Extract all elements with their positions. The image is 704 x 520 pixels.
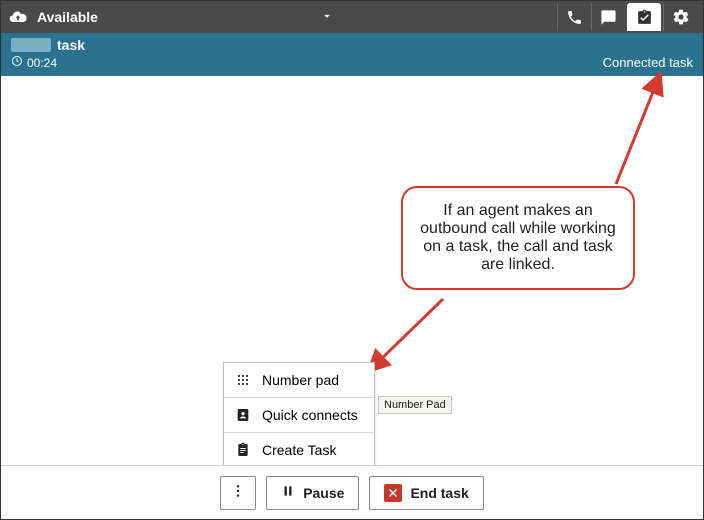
popup-item-label: Number pad [262, 372, 339, 388]
agent-status[interactable]: Available [37, 9, 98, 25]
annotation-callout: If an agent makes an outbound call while… [401, 186, 635, 290]
popup-create-task[interactable]: Create Task [224, 433, 374, 467]
chevron-down-icon [320, 9, 334, 26]
settings-icon[interactable] [663, 3, 697, 31]
action-popup: Number pad Quick connects Create Task [223, 362, 375, 468]
annotation-arrow-up [611, 72, 671, 192]
popup-item-label: Create Task [262, 442, 336, 458]
kebab-icon [230, 483, 246, 502]
chat-icon[interactable] [591, 3, 625, 31]
top-header: Available [1, 1, 703, 33]
more-actions-button[interactable] [220, 476, 256, 510]
end-task-label: End task [410, 485, 468, 501]
tooltip: Number Pad [378, 396, 452, 414]
pause-label: Pause [303, 485, 344, 501]
main-area: If an agent makes an outbound call while… [1, 76, 703, 464]
task-status: Connected task [603, 55, 693, 70]
pause-icon [281, 484, 295, 501]
task-id-redacted [11, 38, 51, 52]
task-bar: task 00:24 Connected task [1, 33, 703, 76]
clock-icon [11, 55, 23, 70]
cloud-icon [7, 6, 29, 28]
status-dropdown[interactable] [98, 9, 557, 26]
dialpad-icon [234, 371, 252, 389]
header-actions [557, 3, 697, 31]
end-task-button[interactable]: End task [369, 476, 483, 510]
contacts-icon [234, 406, 252, 424]
pause-button[interactable]: Pause [266, 476, 359, 510]
popup-number-pad[interactable]: Number pad [224, 363, 374, 398]
close-icon [384, 484, 402, 502]
popup-item-label: Quick connects [262, 407, 358, 423]
task-tab-icon[interactable] [627, 3, 661, 31]
footer-controls: Pause End task [1, 465, 703, 519]
task-timer: 00:24 [27, 56, 57, 70]
task-name: task [57, 37, 85, 53]
popup-quick-connects[interactable]: Quick connects [224, 398, 374, 433]
phone-icon[interactable] [557, 3, 591, 31]
clipboard-icon [234, 441, 252, 459]
